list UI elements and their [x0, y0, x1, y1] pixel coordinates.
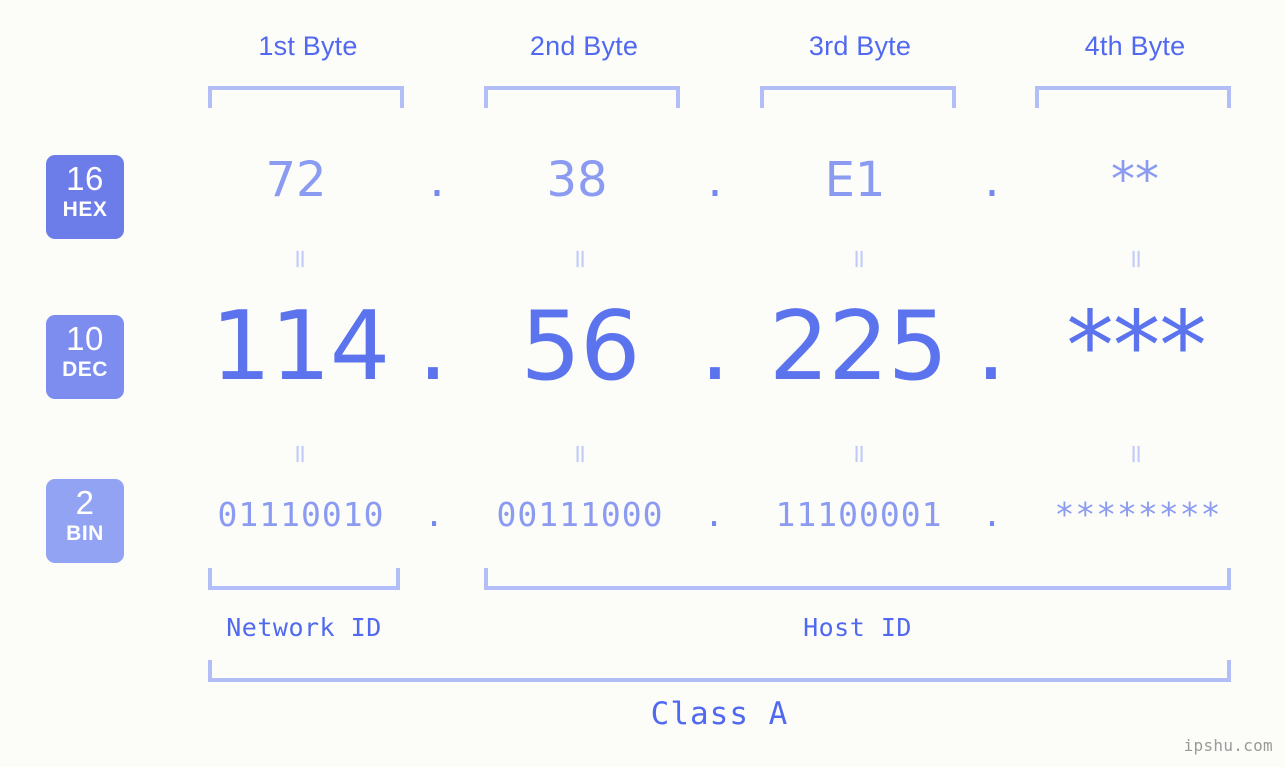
byte-header-3: 3rd Byte — [808, 31, 912, 61]
base-badge-dec-number: 10 — [66, 320, 104, 357]
network-id-label: Network ID — [226, 613, 382, 642]
base-badge-dec: 10 DEC — [46, 315, 124, 399]
base-badge-bin: 2 BIN — [46, 479, 124, 563]
bin-octet-1: 01110010 — [217, 495, 385, 534]
base-badge-hex-abbr: HEX — [62, 198, 108, 221]
bin-separator-1: . — [424, 495, 444, 534]
ip-address-breakdown-diagram: 1st Byte 2nd Byte 3rd Byte 4th Byte 16 H… — [0, 0, 1285, 767]
base-badge-hex-number: 16 — [66, 160, 104, 197]
base-badge-bin-number: 2 — [75, 484, 95, 521]
hex-separator-2: . — [707, 152, 723, 208]
dec-separator-2: . — [699, 292, 731, 402]
class-label: Class A — [650, 696, 789, 732]
byte-bracket-2 — [484, 86, 680, 108]
bin-octet-3: 11100001 — [775, 495, 943, 534]
byte-header-4: 4th Byte — [1084, 31, 1186, 61]
host-id-bracket — [484, 568, 1231, 590]
base-badge-hex: 16 HEX — [46, 155, 124, 239]
byte-bracket-1 — [208, 86, 404, 108]
hex-separator-3: . — [984, 152, 1000, 208]
hex-separator-1: . — [429, 152, 445, 208]
bin-separator-3: . — [982, 495, 1002, 534]
dec-separator-3: . — [975, 292, 1007, 402]
base-badge-dec-abbr: DEC — [62, 358, 108, 381]
bin-octet-2: 00111000 — [496, 495, 664, 534]
host-id-label: Host ID — [803, 613, 912, 642]
byte-header-1: 1st Byte — [258, 31, 358, 61]
byte-header-2: 2nd Byte — [529, 31, 639, 61]
byte-bracket-4 — [1035, 86, 1231, 108]
class-bracket — [208, 660, 1231, 682]
base-badge-bin-abbr: BIN — [66, 522, 104, 545]
byte-bracket-3 — [760, 86, 956, 108]
bin-octet-4: ******** — [1054, 495, 1222, 534]
bin-separator-2: . — [704, 495, 724, 534]
network-id-bracket — [208, 568, 400, 590]
dec-separator-1: . — [417, 292, 449, 402]
site-watermark: ipshu.com — [1183, 736, 1273, 755]
